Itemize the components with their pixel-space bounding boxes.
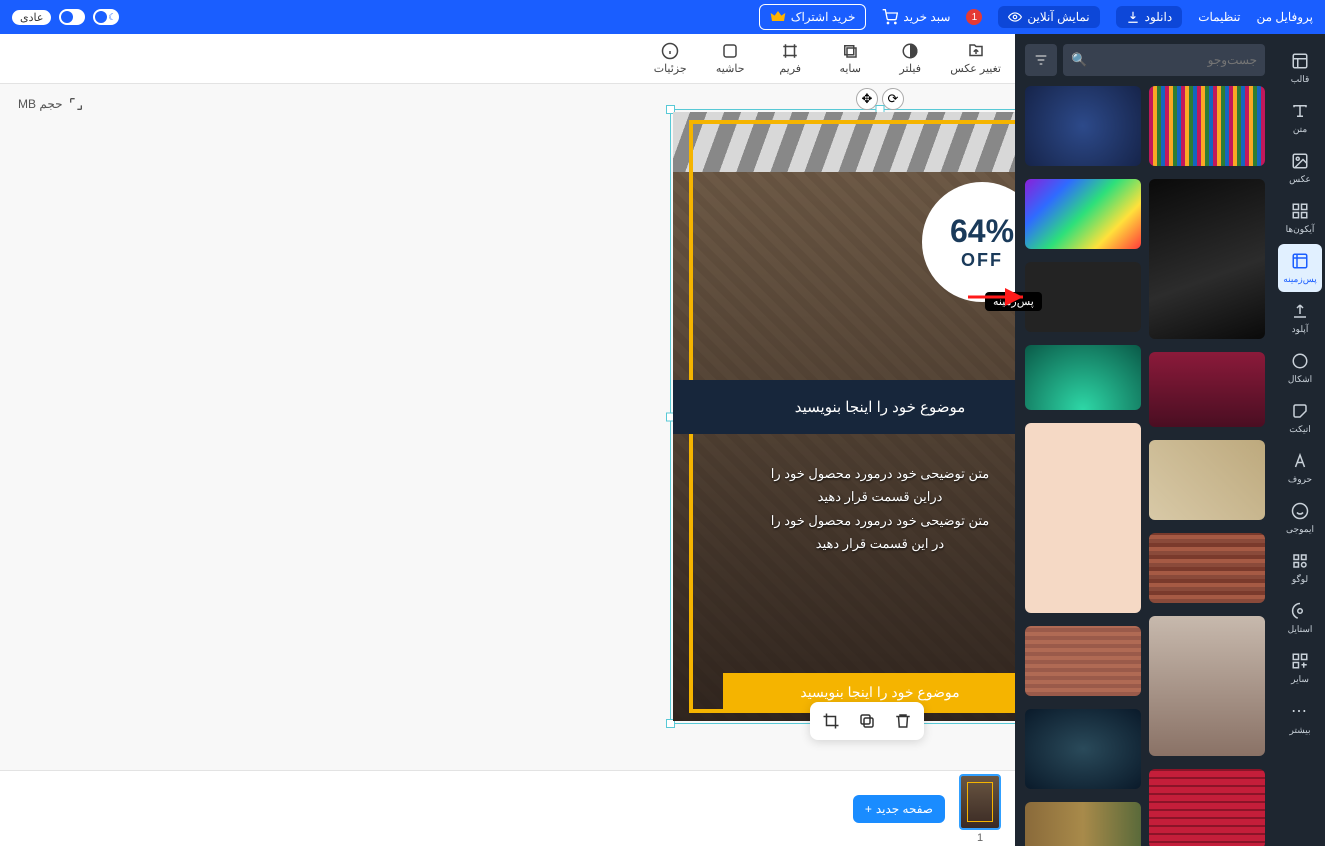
rail-sticker[interactable]: اتیکت	[1278, 394, 1322, 442]
preview-button[interactable]: نمایش آنلاین	[998, 6, 1099, 28]
rail-icons[interactable]: آیکون‌ها	[1278, 194, 1322, 242]
cart-icon	[882, 9, 898, 25]
rail-logo[interactable]: لوگو	[1278, 544, 1322, 592]
bg-thumb[interactable]	[1149, 533, 1265, 603]
eye-icon	[1008, 10, 1022, 24]
download-label: دانلود	[1145, 10, 1173, 24]
search-box[interactable]: 🔍	[1063, 44, 1265, 76]
rotate-button[interactable]: ⟳	[882, 88, 904, 110]
download-button[interactable]: دانلود	[1116, 6, 1183, 28]
page-thumb-wrapper: 1	[959, 774, 1001, 844]
bg-thumb[interactable]	[1025, 262, 1141, 332]
bg-thumb[interactable]	[1149, 179, 1265, 339]
right-rail: قالب متن عکس آیکون‌ها پس‌زمینه آپلود اشک…	[1275, 34, 1325, 846]
crop-button[interactable]	[820, 710, 842, 732]
background-tooltip: پس‌زمینه	[985, 292, 1042, 311]
artboard: 64% OFF موضوع خود را اینجا بنویسید متن ت…	[673, 112, 1015, 721]
mode-label: عادی	[12, 10, 51, 25]
bg-thumb[interactable]	[1149, 352, 1265, 427]
bg-thumb[interactable]	[1025, 709, 1141, 789]
tool-details[interactable]: جزئیات	[650, 42, 690, 75]
filter-icon	[1033, 52, 1049, 68]
toggle-knob	[61, 11, 73, 23]
description-text: متن توضیحی خود درمورد محصول خود را دراین…	[673, 462, 1015, 556]
bg-thumb[interactable]	[1025, 345, 1141, 410]
rail-emoji[interactable]: ایموجی	[1278, 494, 1322, 542]
subscribe-label: خرید اشتراک	[791, 10, 856, 24]
tool-filter[interactable]: فیلتر	[890, 42, 930, 75]
page-thumbnail[interactable]	[959, 774, 1001, 830]
plus-icon: +	[865, 802, 872, 816]
discount-off: OFF	[961, 250, 1003, 271]
rail-upload[interactable]: آپلود	[1278, 294, 1322, 342]
bg-thumb[interactable]	[1149, 616, 1265, 756]
bg-thumb[interactable]	[1025, 802, 1141, 846]
cart-link[interactable]: سبد خرید	[882, 9, 950, 25]
search-input[interactable]	[1091, 53, 1257, 67]
subscribe-button[interactable]: خرید اشتراک	[759, 4, 867, 30]
bg-thumb[interactable]	[1149, 440, 1265, 520]
toggle-knob	[95, 11, 107, 23]
rail-other[interactable]: سایر	[1278, 644, 1322, 692]
expand-icon[interactable]	[68, 96, 84, 112]
mode-toggle[interactable]	[59, 9, 85, 25]
top-header: پروفایل من تنظیمات دانلود نمایش آنلاین 1…	[0, 0, 1325, 34]
page-number: 1	[959, 832, 1001, 844]
dark-mode-toggle[interactable]: ☾	[93, 9, 119, 25]
rail-template[interactable]: قالب	[1278, 44, 1322, 92]
tool-frame[interactable]: فریم	[770, 42, 810, 75]
discount-percent: 64%	[950, 213, 1014, 250]
bg-thumb[interactable]	[1025, 626, 1141, 696]
bg-thumb[interactable]	[1025, 423, 1141, 613]
moon-icon: ☾	[108, 12, 116, 23]
main-layout: قالب متن عکس آیکون‌ها پس‌زمینه آپلود اشک…	[0, 34, 1325, 846]
tool-change-image[interactable]: تغییر عکس	[950, 42, 1001, 75]
background-grid	[1015, 86, 1275, 846]
rail-text[interactable]: متن	[1278, 94, 1322, 142]
bg-thumb[interactable]	[1025, 179, 1141, 249]
download-icon	[1126, 10, 1140, 24]
search-row: 🔍	[1015, 34, 1275, 86]
dots-icon: ⋯	[1291, 701, 1309, 721]
search-icon: 🔍	[1071, 52, 1087, 68]
tool-margin[interactable]: حاشیه	[710, 42, 750, 75]
context-toolbar: تغییر عکس فیلتر سایه فریم حاشیه جزئیات	[0, 34, 1015, 84]
bg-thumb[interactable]	[1149, 769, 1265, 846]
canvas-size-label: حجم MB	[18, 96, 84, 112]
floating-element-tools	[810, 702, 924, 740]
bg-thumb[interactable]	[1025, 86, 1141, 166]
bg-thumb[interactable]	[1149, 86, 1265, 166]
canvas-viewport[interactable]: حجم MB ⟳ ✥	[0, 84, 1015, 770]
rail-background[interactable]: پس‌زمینه	[1278, 244, 1322, 292]
rail-image[interactable]: عکس	[1278, 144, 1322, 192]
profile-link[interactable]: پروفایل من	[1257, 10, 1313, 24]
crown-icon	[770, 9, 786, 25]
selected-element[interactable]: ⟳ ✥ 64% OFF	[670, 109, 1015, 724]
tool-shadow[interactable]: سایه	[830, 42, 870, 75]
filter-button[interactable]	[1025, 44, 1057, 76]
settings-link[interactable]: تنظیمات	[1198, 10, 1240, 24]
canvas-area: تغییر عکس فیلتر سایه فریم حاشیه جزئیات ح…	[0, 34, 1015, 846]
rail-style[interactable]: استایل	[1278, 594, 1322, 642]
rail-fonts[interactable]: حروف	[1278, 444, 1322, 492]
title-band: موضوع خود را اینجا بنویسید	[673, 380, 1015, 434]
preview-label: نمایش آنلاین	[1027, 10, 1089, 24]
theme-toggle-group: ☾ عادی	[12, 9, 119, 25]
duplicate-button[interactable]	[856, 710, 878, 732]
rail-shapes[interactable]: اشکال	[1278, 344, 1322, 392]
delete-button[interactable]	[892, 710, 914, 732]
cart-label: سبد خرید	[903, 10, 950, 24]
bottom-bar: 1 صفحه جدید +	[0, 770, 1015, 846]
rail-more[interactable]: ⋯بیشتر	[1278, 694, 1322, 742]
new-page-button[interactable]: صفحه جدید +	[853, 795, 945, 823]
cart-badge: 1	[966, 9, 982, 25]
side-panel: پس‌زمینه ▶ 🔍	[1015, 34, 1275, 846]
